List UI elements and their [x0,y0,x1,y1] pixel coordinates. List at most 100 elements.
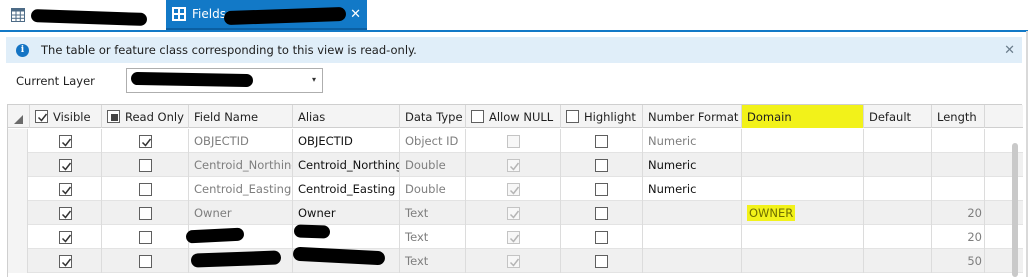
cell-read-only[interactable] [102,153,189,177]
header-checkbox-highlight[interactable] [566,110,579,123]
highlight-checkbox[interactable] [595,230,608,244]
tab-fields-view[interactable]: Fields: ✕ [166,0,367,30]
table-row[interactable]: Text 20 [8,225,1023,249]
column-header-highlight[interactable]: Highlight [561,105,643,128]
header-checkbox-read-only[interactable] [107,110,120,123]
row-header[interactable] [8,129,28,153]
highlight-checkbox[interactable] [595,206,608,220]
cell-domain[interactable] [742,249,864,273]
cell-length[interactable] [932,129,985,153]
read-only-checkbox[interactable] [138,158,152,172]
cell-default[interactable] [864,249,932,273]
cell-field-name[interactable]: Owner [189,201,293,225]
cell-field-name[interactable]: OBJECTID [189,129,293,153]
visible-checkbox[interactable] [59,182,72,196]
read-only-checkbox[interactable] [138,134,152,148]
cell-data-type[interactable]: Double [400,153,466,177]
cell-length[interactable] [932,153,985,177]
column-header-allow-null[interactable]: Allow NULL [466,105,561,128]
cell-highlight[interactable] [561,201,643,225]
cell-length[interactable]: 20 [932,225,985,249]
highlight-checkbox[interactable] [595,158,608,172]
cell-field-name[interactable]: Centroid_Northing [189,153,293,177]
cell-domain[interactable] [742,225,864,249]
cell-allow-null[interactable] [466,225,561,249]
cell-allow-null[interactable] [466,249,561,273]
row-header[interactable] [8,153,28,177]
cell-default[interactable] [864,225,932,249]
cell-domain[interactable] [742,177,864,201]
column-header-data-type[interactable]: Data Type [400,105,466,128]
cell-number-format[interactable] [643,249,742,273]
cell-default[interactable] [864,177,932,201]
row-header[interactable] [8,177,28,201]
table-row[interactable]: Centroid_Northing Centroid_Northing Double… [8,153,1023,177]
cell-default[interactable] [864,201,932,225]
visible-checkbox[interactable] [59,158,72,172]
cell-data-type[interactable]: Text [400,249,466,273]
read-only-checkbox[interactable] [138,254,152,268]
cell-domain[interactable] [742,153,864,177]
column-header-number-format[interactable]: Number Format [643,105,742,128]
column-header-default[interactable]: Default [864,105,932,128]
read-only-checkbox[interactable] [138,206,152,220]
column-header-domain[interactable]: Domain [742,105,864,128]
cell-data-type[interactable]: Text [400,201,466,225]
close-icon[interactable]: ✕ [1004,43,1015,58]
cell-number-format[interactable] [643,201,742,225]
close-icon[interactable]: ✕ [350,7,361,22]
row-header[interactable] [8,225,28,249]
cell-number-format[interactable]: Numeric [643,177,742,201]
cell-allow-null[interactable] [466,201,561,225]
column-header-visible[interactable]: Visible [30,105,102,128]
table-row[interactable]: Text 50 [8,249,1023,273]
cell-visible[interactable] [30,249,102,273]
header-checkbox-visible[interactable] [35,110,48,123]
highlight-checkbox[interactable] [595,254,608,268]
cell-length[interactable]: 20 [932,201,985,225]
cell-visible[interactable] [30,177,102,201]
cell-alias[interactable]: Owner [293,201,400,225]
cell-visible[interactable] [30,153,102,177]
cell-highlight[interactable] [561,129,643,153]
table-row[interactable]: Centroid_Easting Centroid_Easting Double Nu… [8,177,1023,201]
visible-checkbox[interactable] [59,206,72,220]
cell-highlight[interactable] [561,249,643,273]
vertical-scrollbar[interactable] [1012,143,1018,277]
cell-allow-null[interactable] [466,129,561,153]
cell-allow-null[interactable] [466,177,561,201]
cell-length[interactable]: 50 [932,249,985,273]
cell-read-only[interactable] [102,225,189,249]
visible-checkbox[interactable] [59,230,72,244]
cell-read-only[interactable] [102,129,189,153]
cell-default[interactable] [864,129,932,153]
column-header-field-name[interactable]: Field Name [189,105,293,128]
highlight-checkbox[interactable] [595,134,608,148]
cell-data-type[interactable]: Double [400,177,466,201]
row-header[interactable] [8,249,28,273]
cell-domain[interactable] [742,129,864,153]
column-header-length[interactable]: Length [932,105,985,128]
cell-number-format[interactable] [643,225,742,249]
cell-visible[interactable] [30,225,102,249]
cell-visible[interactable] [30,129,102,153]
cell-allow-null[interactable] [466,153,561,177]
cell-number-format[interactable]: Numeric [643,129,742,153]
column-header-alias[interactable]: Alias [293,105,400,128]
cell-highlight[interactable] [561,225,643,249]
row-header[interactable] [8,201,28,225]
cell-visible[interactable] [30,201,102,225]
cell-default[interactable] [864,153,932,177]
table-row[interactable]: Owner Owner Text OWNER 20 [8,201,1023,225]
cell-alias[interactable]: OBJECTID [293,129,400,153]
cell-data-type[interactable]: Object ID [400,129,466,153]
tab-attribute-table[interactable] [0,0,163,30]
cell-alias[interactable]: Centroid_Easting [293,177,400,201]
cell-read-only[interactable] [102,177,189,201]
cell-read-only[interactable] [102,201,189,225]
visible-checkbox[interactable] [59,254,72,268]
cell-read-only[interactable] [102,249,189,273]
column-header-read-only[interactable]: Read Only [102,105,189,128]
read-only-checkbox[interactable] [138,230,152,244]
current-layer-dropdown[interactable]: ▾ [126,68,323,93]
